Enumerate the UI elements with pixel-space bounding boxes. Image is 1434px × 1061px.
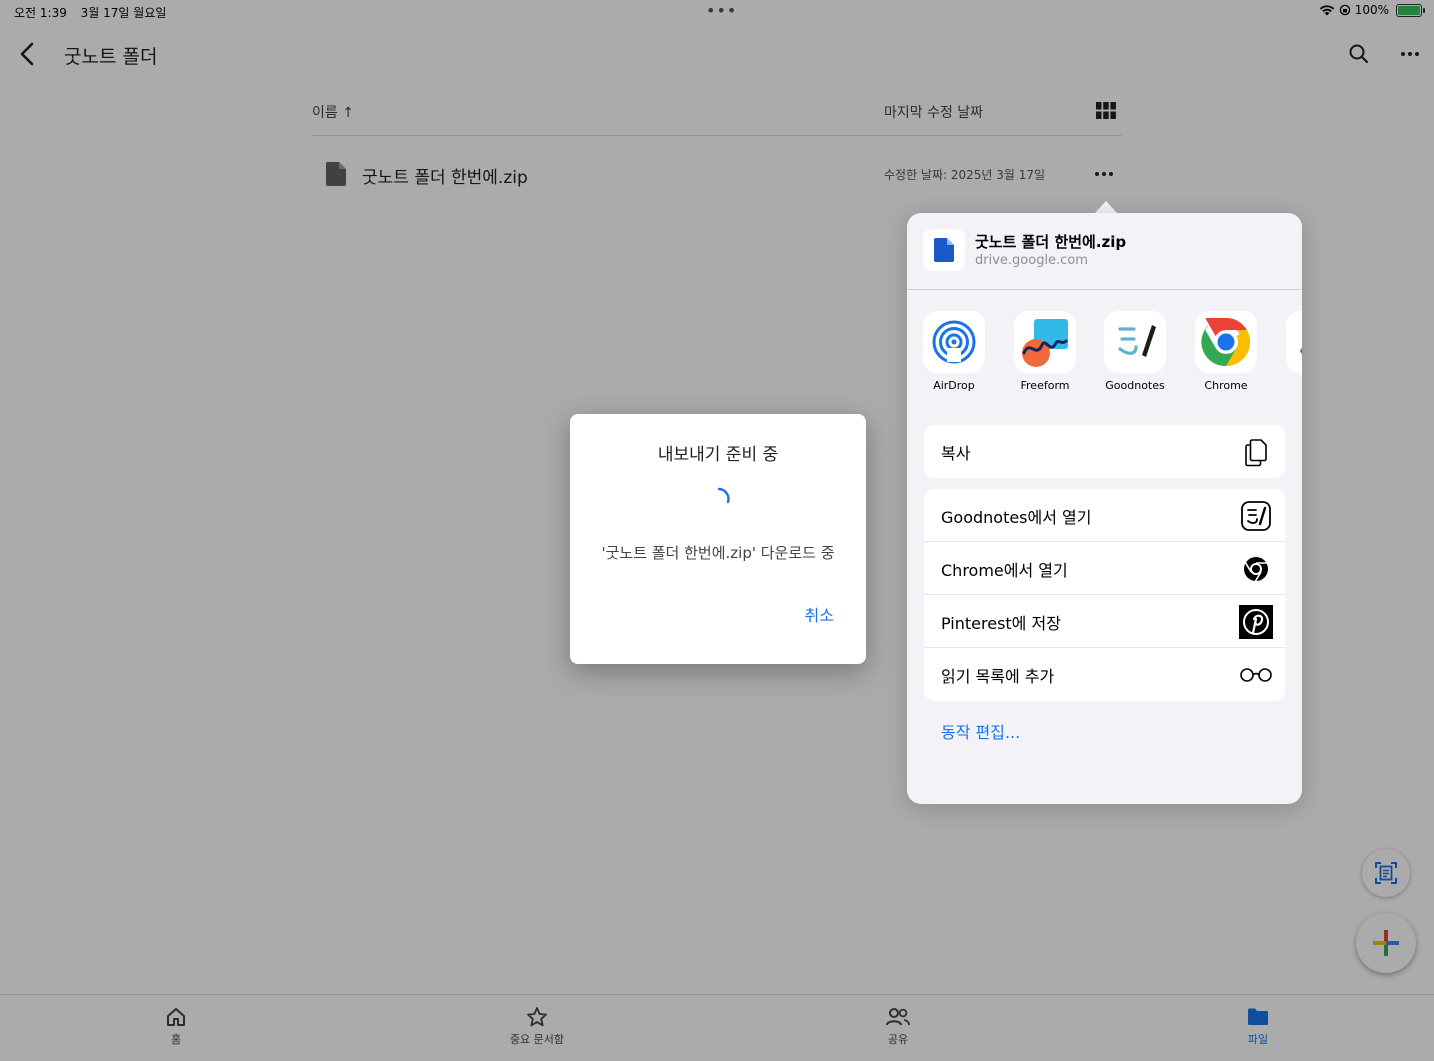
share-app-partial[interactable] bbox=[1277, 311, 1302, 373]
share-app-label: Goodnotes bbox=[1105, 379, 1165, 392]
dialog-message: '굿노트 폴더 한번에.zip' 다운로드 중 bbox=[601, 544, 835, 562]
copy-action-group: 복사 bbox=[924, 425, 1285, 478]
document-icon bbox=[934, 238, 954, 262]
drive-icon bbox=[1286, 311, 1302, 373]
goodnotes-icon bbox=[1239, 499, 1273, 533]
glasses-icon bbox=[1239, 658, 1273, 692]
share-app-row: AirDrop Freeform Goodnotes Chrome bbox=[907, 311, 1302, 401]
save-to-pinterest-action[interactable]: Pinterest에 저장 bbox=[924, 595, 1285, 648]
share-file-source: drive.google.com bbox=[975, 253, 1088, 268]
share-app-freeform[interactable]: Freeform bbox=[1005, 311, 1085, 392]
chrome-icon bbox=[1239, 552, 1273, 586]
share-file-title: 굿노트 폴더 한번에.zip bbox=[975, 233, 1127, 251]
copy-icon bbox=[1239, 435, 1273, 469]
share-app-chrome[interactable]: Chrome bbox=[1186, 311, 1266, 392]
copy-action[interactable]: 복사 bbox=[924, 425, 1285, 478]
add-to-reading-list-action[interactable]: 읽기 목록에 추가 bbox=[924, 648, 1285, 701]
pinterest-icon bbox=[1239, 605, 1273, 639]
open-actions-group: Goodnotes에서 열기 Chrome에서 열기 Pinterest에 저장… bbox=[924, 489, 1285, 701]
copy-action-label: 복사 bbox=[941, 444, 971, 463]
edit-actions-link[interactable]: 동작 편집... bbox=[941, 719, 1020, 743]
share-sheet: 굿노트 폴더 한번에.zip drive.google.com AirDrop bbox=[907, 213, 1302, 804]
dialog-title: 내보내기 준비 중 bbox=[657, 445, 779, 465]
share-app-label: Chrome bbox=[1204, 379, 1248, 392]
action-label: Chrome에서 열기 bbox=[941, 561, 1068, 580]
share-app-airdrop[interactable]: AirDrop bbox=[914, 311, 994, 392]
share-app-label: AirDrop bbox=[933, 379, 975, 392]
goodnotes-icon bbox=[1104, 311, 1166, 373]
open-in-goodnotes-action[interactable]: Goodnotes에서 열기 bbox=[924, 489, 1285, 542]
share-file-thumbnail bbox=[923, 229, 965, 271]
share-sheet-header: 굿노트 폴더 한번에.zip drive.google.com bbox=[907, 213, 1302, 290]
chrome-icon bbox=[1195, 311, 1257, 373]
export-dialog: 내보내기 준비 중 '굿노트 폴더 한번에.zip' 다운로드 중 취소 bbox=[570, 414, 866, 664]
share-app-goodnotes[interactable]: Goodnotes bbox=[1095, 311, 1175, 392]
share-app-label: Freeform bbox=[1020, 379, 1070, 392]
action-label: Goodnotes에서 열기 bbox=[941, 508, 1092, 527]
freeform-icon bbox=[1014, 311, 1076, 373]
open-in-chrome-action[interactable]: Chrome에서 열기 bbox=[924, 542, 1285, 595]
airdrop-icon bbox=[923, 311, 985, 373]
cancel-button[interactable]: 취소 bbox=[805, 602, 834, 626]
action-label: Pinterest에 저장 bbox=[941, 614, 1061, 633]
action-label: 읽기 목록에 추가 bbox=[941, 667, 1055, 686]
loading-spinner-icon bbox=[717, 487, 730, 504]
